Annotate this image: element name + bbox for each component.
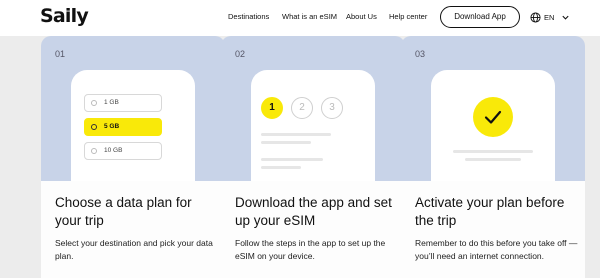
- card-text: Download the app and set up your eSIM Fo…: [221, 181, 405, 278]
- nav-destinations[interactable]: Destinations: [228, 12, 269, 21]
- step-number: 02: [235, 49, 246, 59]
- placeholder-line: [465, 158, 521, 161]
- card-description: Remember to do this before you take off …: [415, 238, 578, 261]
- plan-option-5gb-selected: 5 GB: [84, 118, 162, 136]
- step-indicator-1: 1: [261, 97, 283, 119]
- placeholder-line: [261, 166, 301, 169]
- download-app-button[interactable]: Download App: [440, 6, 520, 28]
- card-text: Activate your plan before the trip Remem…: [401, 181, 585, 278]
- card-illustration: 01 1 GB 5 GB 10 GB: [41, 36, 225, 195]
- plan-option-label: 1 GB: [104, 99, 119, 106]
- site-header: Saily Destinations What is an eSIM About…: [0, 0, 600, 36]
- plan-option-1gb: 1 GB: [84, 94, 162, 112]
- step-number: 01: [55, 49, 66, 59]
- card-title: Activate your plan before the trip: [415, 195, 565, 228]
- placeholder-line: [261, 141, 311, 144]
- step-indicator-3: 3: [321, 97, 343, 119]
- chevron-down-icon: [562, 15, 570, 20]
- plan-option-10gb: 10 GB: [84, 142, 162, 160]
- card-title: Download the app and set up your eSIM: [235, 195, 392, 228]
- placeholder-line: [453, 150, 533, 153]
- step-number: 03: [415, 49, 426, 59]
- radio-icon: [91, 100, 97, 106]
- placeholder-line: [261, 133, 331, 136]
- plan-option-label: 10 GB: [104, 147, 123, 154]
- plan-option-label: 5 GB: [104, 123, 120, 130]
- step-indicator-2: 2: [291, 97, 313, 119]
- globe-icon: [530, 11, 541, 23]
- radio-icon: [91, 124, 97, 130]
- nav-help-center[interactable]: Help center: [389, 12, 427, 21]
- card-text: Choose a data plan for your trip Select …: [41, 181, 225, 278]
- phone-mockup: 1 2 3: [251, 70, 375, 195]
- card-description: Select your destination and pick your da…: [55, 238, 213, 261]
- phone-mockup: [431, 70, 555, 195]
- nav-what-is-esim[interactable]: What is an eSIM: [282, 12, 337, 21]
- checkmark-icon: [484, 110, 502, 124]
- card-title: Choose a data plan for your trip: [55, 195, 192, 228]
- language-label: EN: [544, 12, 555, 22]
- card-illustration: 02 1 2 3: [221, 36, 405, 195]
- language-selector[interactable]: EN: [530, 10, 570, 24]
- placeholder-line: [261, 158, 323, 161]
- step-card-activate-plan: 03 Activate your plan before the trip Re…: [401, 36, 585, 278]
- step-card-download-app: 02 1 2 3 Download the app and set up you…: [221, 36, 405, 278]
- phone-mockup: 1 GB 5 GB 10 GB: [71, 70, 195, 195]
- step-card-choose-plan: 01 1 GB 5 GB 10 GB Choose a data plan fo…: [41, 36, 225, 278]
- card-description: Follow the steps in the app to set up th…: [235, 238, 386, 261]
- nav-about-us[interactable]: About Us: [346, 12, 377, 21]
- saily-logo[interactable]: Saily: [40, 5, 89, 27]
- card-illustration: 03: [401, 36, 585, 195]
- checkmark-badge: [473, 97, 513, 137]
- radio-icon: [91, 148, 97, 154]
